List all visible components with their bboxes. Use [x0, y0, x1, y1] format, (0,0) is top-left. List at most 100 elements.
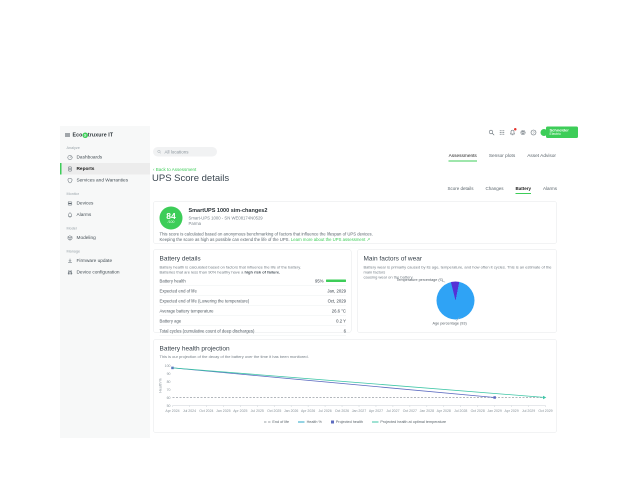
svg-text:80: 80 — [167, 380, 171, 384]
sidebar-item-firmware-update[interactable]: Firmware update — [60, 255, 150, 267]
legend-item[interactable]: Projected health — [331, 420, 363, 425]
firmware-icon — [67, 258, 73, 264]
schneider-logo-line2: Electric — [550, 133, 579, 137]
device-config-icon — [67, 269, 73, 275]
hamburger-menu-icon[interactable] — [65, 133, 70, 137]
projection-title: Battery health projection — [160, 345, 230, 353]
svg-text:Oct 2028: Oct 2028 — [471, 409, 485, 413]
svg-text:Apr 2028: Apr 2028 — [437, 409, 451, 413]
notifications-bell-icon[interactable] — [509, 129, 516, 136]
score-value: 84 — [166, 212, 175, 220]
sidebar-header: EcoStruxure IT — [60, 126, 150, 140]
table-row: Battery health 95% — [160, 276, 347, 286]
legend-swatch — [298, 421, 305, 422]
svg-text:Jul 2029: Jul 2029 — [522, 409, 535, 413]
legend-swatch — [372, 421, 379, 422]
devices-icon — [67, 200, 73, 206]
sidebar-item-label: Services and Warranties — [77, 178, 129, 184]
back-to-assessment-link[interactable]: ‹ Back to Assessment — [153, 167, 196, 172]
legend-swatch — [264, 421, 271, 422]
legend-item[interactable]: Projected health at optimal temperature — [372, 420, 446, 425]
svg-text:Apr 2025: Apr 2025 — [233, 409, 247, 413]
tab-alarms[interactable]: Alarms — [543, 186, 557, 194]
notification-badge — [514, 128, 517, 131]
pie-label-temperature: Temperature percentage (7) — [397, 278, 443, 283]
row-value: 95% — [315, 278, 324, 283]
tab-sensor-plots[interactable]: Sensor plots — [489, 153, 515, 162]
score-max: /100 — [168, 220, 175, 224]
svg-text:Oct 2026: Oct 2026 — [335, 409, 349, 413]
svg-text:50: 50 — [167, 404, 171, 408]
row-label: Battery health — [160, 278, 186, 283]
svg-text:Oct 2024: Oct 2024 — [199, 409, 213, 413]
row-value: 6 — [344, 328, 346, 333]
tab-battery[interactable]: Battery — [515, 186, 531, 194]
legend-item[interactable]: Health % — [298, 420, 322, 425]
modeling-icon — [67, 235, 73, 241]
chart-legend: End of life Health % Projected health Proje… — [154, 420, 557, 425]
svg-text:Apr 2029: Apr 2029 — [504, 409, 518, 413]
help-icon[interactable]: ? — [530, 129, 537, 136]
wear-card-description: Battery wear is primarily caused by its … — [364, 265, 557, 280]
tab-changes[interactable]: Changes — [485, 186, 503, 194]
svg-text:Jan 2028: Jan 2028 — [420, 409, 434, 413]
sidebar-item-device-configuration[interactable]: Device configuration — [60, 267, 150, 279]
sidebar-section-monitor: Monitor — [67, 192, 151, 197]
svg-text:Apr 2026: Apr 2026 — [301, 409, 315, 413]
health-bar — [326, 280, 346, 283]
table-row: Battery age 0.2 Y — [160, 316, 347, 326]
legend-label: Projected health at optimal temperature — [380, 420, 446, 425]
sidebar-item-alarms[interactable]: Alarms — [60, 209, 150, 221]
projection-line-chart: Health %1009080706050Apr 2024Jul 2024Oct… — [158, 362, 554, 418]
row-value: Oct, 2029 — [328, 298, 346, 303]
tab-asset-advisor[interactable]: Asset Advisor — [527, 153, 556, 162]
sidebar-item-devices[interactable]: Devices — [60, 198, 150, 210]
table-row: Expected end of life (Lowering the tempe… — [160, 296, 347, 306]
search-icon — [157, 150, 162, 155]
sidebar-item-reports[interactable]: Reports — [60, 163, 150, 175]
row-label: Expected end of life (Lowering the tempe… — [160, 298, 250, 303]
ecostruxure-logo: EcoStruxure IT — [73, 132, 114, 138]
alarms-icon — [67, 212, 73, 218]
settings-gear-icon[interactable] — [520, 129, 527, 136]
score-description-line1: This score is calculated based on anonym… — [160, 232, 373, 237]
legend-item[interactable]: End of life — [264, 420, 289, 425]
wear-pie-chart — [437, 282, 475, 320]
page-title: UPS Score details — [152, 173, 229, 184]
tab-assessments[interactable]: Assessments — [449, 153, 477, 162]
tab-score-details[interactable]: Score details — [447, 186, 473, 194]
svg-text:Apr 2027: Apr 2027 — [369, 409, 383, 413]
schneider-electric-logo: Schneider Electric — [546, 127, 578, 139]
svg-text:Jul 2025: Jul 2025 — [251, 409, 264, 413]
search-icon[interactable] — [488, 129, 495, 136]
learn-more-link[interactable]: Learn more about the UPS assessment ↗ — [291, 237, 370, 242]
svg-text:Jan 2029: Jan 2029 — [487, 409, 501, 413]
battery-details-title: Battery details — [160, 255, 201, 263]
legend-label: End of life — [272, 420, 289, 425]
sidebar-item-label: Reports — [77, 166, 95, 172]
svg-text:Oct 2027: Oct 2027 — [403, 409, 417, 413]
sidebar-item-services-warranties[interactable]: Services and Warranties — [60, 175, 150, 187]
svg-text:Jan 2027: Jan 2027 — [352, 409, 366, 413]
location-filter[interactable]: All locations — [153, 147, 217, 157]
svg-text:Oct 2029: Oct 2029 — [538, 409, 552, 413]
sidebar-item-modeling[interactable]: Modeling — [60, 232, 150, 244]
score-description-line2: Keeping the score as high as possible ca… — [160, 237, 371, 243]
svg-text:Jul 2024: Jul 2024 — [183, 409, 196, 413]
dashboard-icon — [67, 154, 73, 160]
battery-details-card: Battery details Battery health is calcul… — [153, 249, 352, 333]
sidebar-item-label: Firmware update — [77, 258, 113, 264]
sidebar-section-model: Model — [67, 226, 151, 231]
sidebar-item-dashboards[interactable]: Dashboards — [60, 152, 150, 164]
projection-description: This is our projection of the decay of t… — [160, 355, 309, 360]
svg-text:Jul 2027: Jul 2027 — [386, 409, 399, 413]
score-description-text: Keeping the score as high as possible ca… — [160, 237, 290, 242]
svg-text:Jul 2028: Jul 2028 — [454, 409, 467, 413]
apps-grid-icon[interactable] — [499, 129, 506, 136]
battery-details-description: Battery health is calculated based on fa… — [160, 265, 302, 275]
main-factors-of-wear-card: Main factors of wear Battery wear is pri… — [357, 249, 557, 333]
sidebar-section-analyze: Analyze — [67, 146, 151, 151]
primary-tabs: Assessments Sensor plots Asset Advisor — [400, 153, 556, 162]
wear-card-title: Main factors of wear — [364, 255, 423, 263]
row-value: 26.6 °C — [332, 308, 346, 313]
